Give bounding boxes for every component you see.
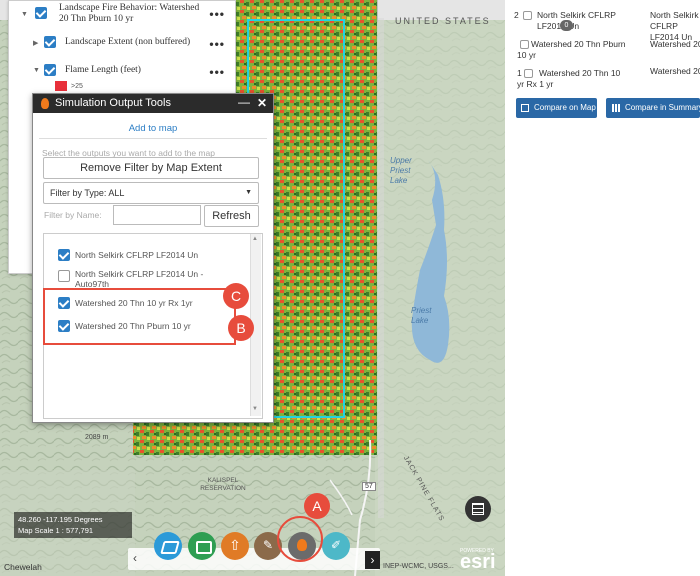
output-checkbox[interactable] [58,249,70,261]
coordinates-readout: 48.260 -117.195 Degrees [18,515,103,524]
layer-checkbox-fire-behavior[interactable] [35,7,47,19]
output-label: North Selkirk CFLRP LF2014 Un - Auto97th [75,269,204,289]
layer-checkbox-extent[interactable] [44,36,56,48]
remove-filter-button[interactable]: Remove Filter by Map Extent [43,157,259,179]
attribution-text: INEP-WCMC, USGS... [383,563,454,570]
layer-menu-icon[interactable]: ••• [209,7,225,21]
basemap-gallery-button[interactable] [188,532,216,560]
panel-title: Simulation Output Tools [55,97,171,109]
map-label-elevation: 2089 m [85,434,109,441]
layer-checkbox-flame-length[interactable] [44,64,56,76]
callout-a: A [304,493,330,519]
refresh-button[interactable]: Refresh [204,205,259,227]
map-label-upper-priest-lake: Upper Priest Lake [390,156,412,185]
layer-menu-icon[interactable]: ••• [209,65,225,79]
compare-col2: Watershed 20 Th [650,39,700,49]
compare-row-label: Watershed 20 Thn Pburn 10 yr [517,39,626,60]
filter-type-value: Filter by Type: ALL [50,188,125,198]
road-shield-57: 57 [362,482,376,491]
scroll-up-icon[interactable]: ▲ [252,236,258,242]
bar-chart-icon [612,104,620,112]
compare-panel: 2 North Selkirk CFLRP LF2014 Un 0 North … [505,0,700,576]
compare-on-map-button[interactable]: Compare on Map [516,98,597,118]
compare-in-summary-label: Compare in Summary [625,103,700,112]
layer-label-fire-behavior: Landscape Fire Behavior: Watershed 20 Th… [59,3,200,24]
callout-b: B [228,315,254,341]
compare-in-summary-button[interactable]: Compare in Summary [606,98,700,118]
layers-icon [160,541,180,554]
fire-icon [41,98,49,109]
panel-header: Simulation Output Tools — ✕ [33,94,273,113]
legend-label: >25 [71,83,83,90]
basemap-toggle-button[interactable] [465,496,491,522]
output-checkbox[interactable] [58,270,70,282]
collapse-icon[interactable]: ▼ [33,67,40,74]
callout-c: C [223,283,249,309]
compare-on-map-label: Compare on Map [534,103,596,112]
filter-name-input[interactable] [113,205,201,225]
divider [39,138,267,139]
chevron-down-icon: ▼ [245,189,252,196]
compare-row-label: North Selkirk CFLRP LF2014 Un [537,10,616,31]
collapse-icon[interactable]: ▼ [21,11,28,18]
compare-col2: Watershed 20 Th [650,66,700,76]
esri-wordmark: esri [460,551,496,573]
map-label-kalispel: KALISPEL RESERVATION [200,477,246,492]
compare-checkbox[interactable] [523,11,532,20]
map-label-priest-lake: Priest Lake [411,306,432,325]
count-badge: 0 [560,20,573,31]
table-icon [472,503,484,515]
legend-swatch [55,81,67,91]
map-label-chewelah: Chewelah [4,562,42,572]
callout-ring-a [277,516,323,562]
compare-row-label: Watershed 20 Thn 10 yr Rx 1 yr [517,68,621,89]
expand-icon[interactable]: ▶ [33,39,38,47]
upload-widget-button[interactable]: ⇧ [221,532,249,560]
edit-icon: ✐ [330,538,342,552]
toolbar-prev-icon[interactable]: ‹ [133,551,137,565]
filter-name-label: Filter by Name: [44,210,102,220]
map-label-country: UNITED STATES [395,16,491,26]
simulation-output-tools-panel: Simulation Output Tools — ✕ Add to map S… [32,93,274,423]
highlight-box [43,288,236,345]
upload-icon: ⇧ [229,537,241,553]
table-icon [521,104,529,112]
add-to-map-link[interactable]: Add to map [33,123,273,134]
layers-widget-button[interactable] [154,532,182,560]
close-icon[interactable]: ✕ [257,96,267,110]
minimize-icon[interactable]: — [238,95,250,109]
output-label: North Selkirk CFLRP LF2014 Un [75,250,199,260]
map-scale-readout: Map Scale 1 : 577,791 [18,526,94,535]
row-number: 2 [514,10,519,20]
stack-icon [196,541,212,554]
filter-type-select[interactable]: Filter by Type: ALL ▼ [43,182,259,204]
scroll-down-icon[interactable]: ▼ [252,406,258,412]
layer-menu-icon[interactable]: ••• [209,37,225,51]
coordinates-widget: 48.260 -117.195 Degrees Map Scale 1 : 57… [14,512,132,538]
edit-widget-button[interactable]: ✐ [322,532,350,560]
toolbar-next-icon[interactable]: › [365,551,380,569]
